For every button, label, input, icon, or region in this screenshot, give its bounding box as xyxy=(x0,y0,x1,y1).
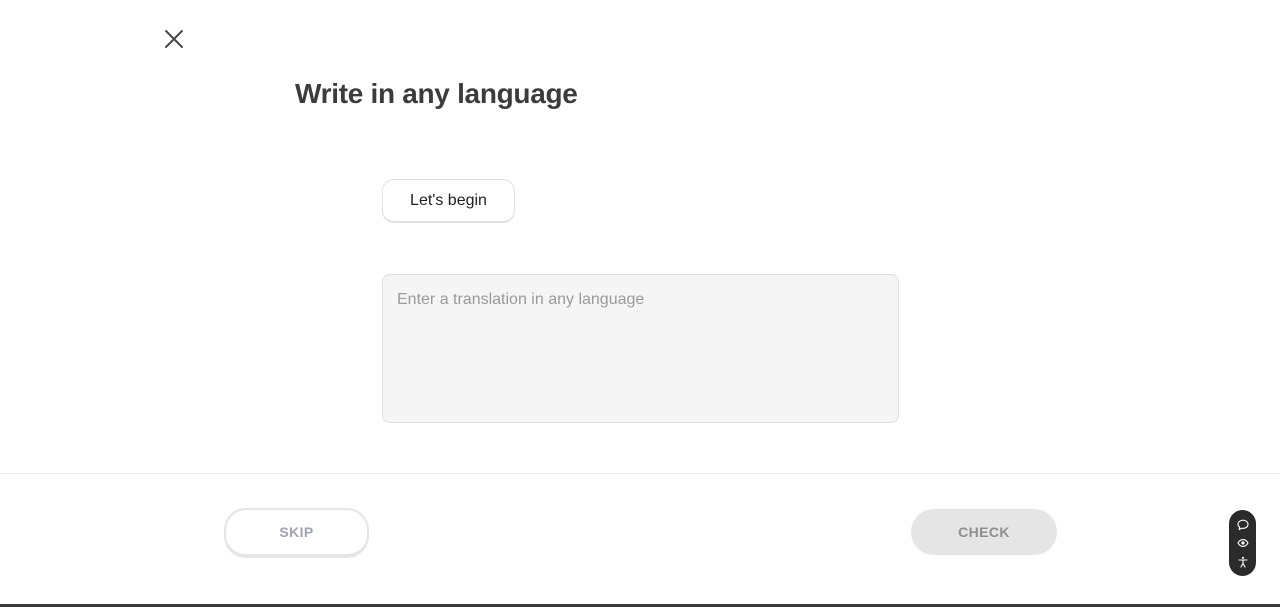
exercise-page: Write in any language Let's begin SKIP C… xyxy=(0,0,1280,607)
skip-button[interactable]: SKIP xyxy=(224,508,369,558)
chat-bubble-icon[interactable] xyxy=(1236,518,1250,532)
prompt-chip[interactable]: Let's begin xyxy=(382,179,515,223)
accessibility-icon[interactable] xyxy=(1236,555,1250,569)
close-icon xyxy=(164,29,184,54)
eye-icon[interactable] xyxy=(1236,536,1250,550)
translation-input[interactable] xyxy=(382,274,899,423)
check-button[interactable]: CHECK xyxy=(911,509,1057,555)
footer-divider xyxy=(0,473,1280,474)
floating-toolbar xyxy=(1229,510,1256,576)
prompt-chip-label: Let's begin xyxy=(410,191,487,209)
close-button[interactable] xyxy=(160,27,188,55)
page-title: Write in any language xyxy=(295,78,578,109)
skip-button-label: SKIP xyxy=(279,524,314,540)
check-button-label: CHECK xyxy=(958,524,1010,540)
